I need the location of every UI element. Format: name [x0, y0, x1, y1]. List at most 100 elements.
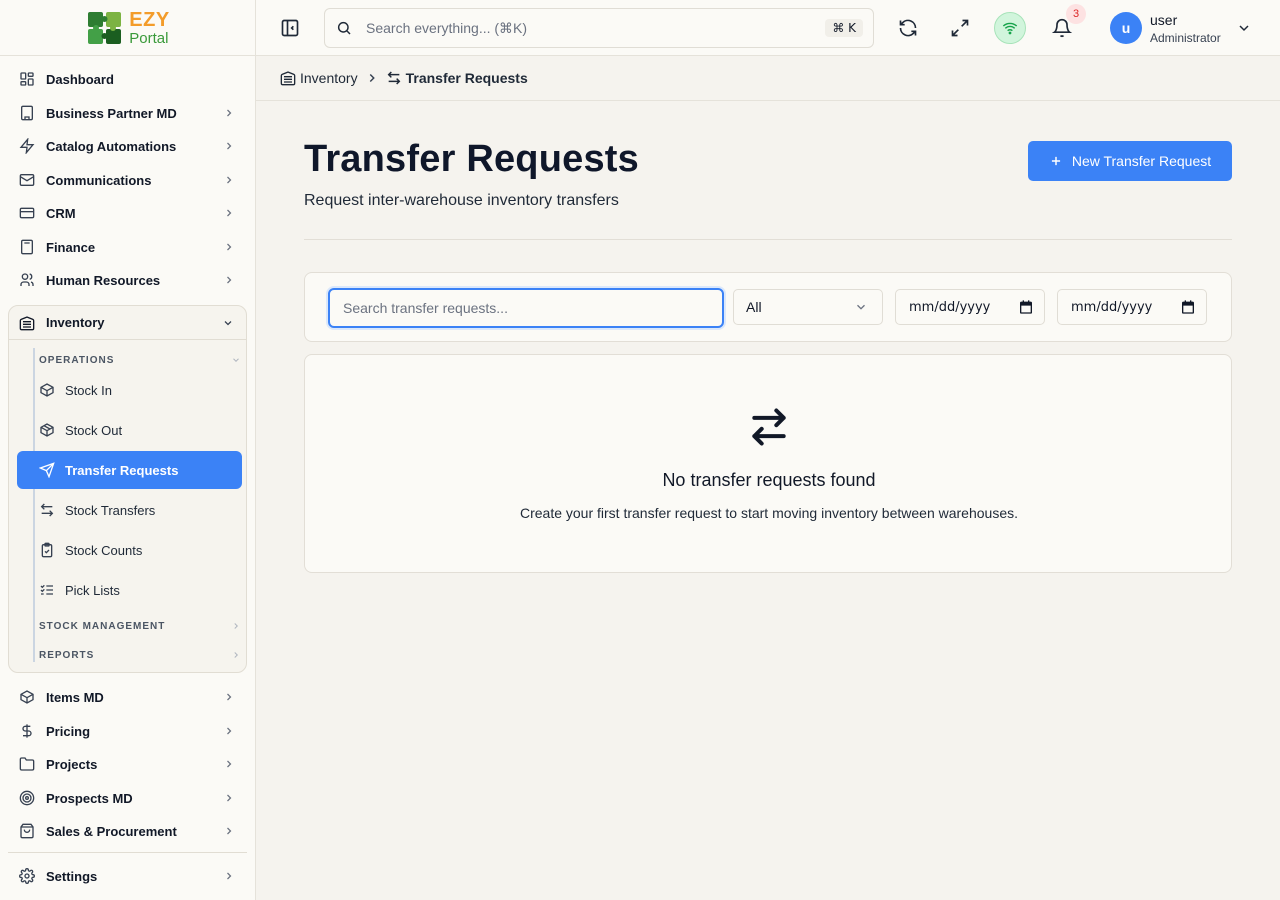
- chevron-right-icon: [369, 73, 375, 83]
- sidebar-item-inventory[interactable]: Inventory: [9, 306, 246, 340]
- sidebar-item-prospects-md[interactable]: Prospects MD: [8, 782, 247, 814]
- sidebar-item-label: Sales & Procurement: [46, 823, 177, 839]
- send-icon: [39, 462, 55, 478]
- header-divider: [304, 239, 1232, 240]
- wifi-icon: [1002, 22, 1018, 35]
- sidebar-item-projects[interactable]: Projects: [8, 748, 247, 780]
- dashboard-icon: [20, 72, 34, 86]
- logo-area: EZY Portal: [0, 0, 255, 56]
- sidebar-subitem-label: Pick Lists: [65, 582, 120, 598]
- chevron-right-icon: [227, 142, 232, 150]
- warehouse-icon: [280, 71, 296, 86]
- sidebar-item-communications[interactable]: Communications: [8, 164, 247, 196]
- sidebar-item-catalog-automations[interactable]: Catalog Automations: [8, 130, 247, 162]
- calendar-icon[interactable]: [1018, 299, 1034, 315]
- toggle-sidebar-button[interactable]: [274, 12, 306, 44]
- sidebar-subitem-label: Stock Counts: [65, 542, 143, 558]
- date-to-value: mm/dd/yyyy: [1071, 299, 1153, 315]
- calendar-icon[interactable]: [1180, 299, 1196, 315]
- sidebar-item-human-resources[interactable]: Human Resources: [8, 264, 247, 296]
- logo-sub-text: Portal: [129, 29, 169, 47]
- filters-card: All mm/dd/yyyy mm/dd/yyyy: [304, 272, 1232, 342]
- sidebar-item-finance[interactable]: Finance: [8, 231, 247, 263]
- sidebar-subitem-stock-in[interactable]: Stock In: [17, 371, 242, 409]
- sidebar-item-dashboard[interactable]: Dashboard: [8, 63, 247, 95]
- chevron-right-icon: [227, 827, 232, 835]
- sidebar-subitem-pick-lists[interactable]: Pick Lists: [17, 571, 242, 609]
- sidebar-item-label: Pricing: [46, 723, 91, 739]
- sidebar-item-business-partner-md[interactable]: Business Partner MD: [8, 97, 247, 129]
- topbar: Search everything... (⌘K) ⌘ K 3 u user A…: [256, 0, 1280, 56]
- lightning-icon: [19, 138, 35, 154]
- sidebar-subitem-stock-out[interactable]: Stock Out: [17, 411, 242, 449]
- user-name[interactable]: user: [1150, 12, 1177, 28]
- sidebar-subitem-transfer-requests[interactable]: Transfer Requests: [17, 451, 242, 489]
- section-label: STOCK MANAGEMENT: [39, 620, 166, 632]
- sidebar-item-label: Prospects MD: [46, 790, 133, 806]
- chevron-right-icon: [227, 727, 232, 735]
- checklist-icon: [40, 584, 53, 595]
- sidebar-subitem-stock-transfers[interactable]: Stock Transfers: [17, 491, 242, 529]
- transfer-search-input[interactable]: [328, 288, 724, 328]
- swap-arrows-icon: [752, 408, 786, 446]
- sidebar-item-label: Catalog Automations: [46, 138, 177, 154]
- avatar[interactable]: u: [1110, 12, 1142, 44]
- chevron-right-icon: [234, 623, 238, 629]
- gear-icon: [19, 868, 35, 884]
- warehouse-icon: [19, 315, 35, 330]
- section-operations[interactable]: OPERATIONS: [39, 350, 241, 370]
- users-icon: [20, 273, 34, 286]
- chevron-right-icon: [234, 652, 238, 658]
- plus-icon: [1051, 156, 1060, 166]
- connection-status-button[interactable]: [994, 12, 1026, 44]
- chevron-down-icon: [224, 320, 232, 325]
- breadcrumb-current: Transfer Requests: [405, 70, 528, 86]
- refresh-button[interactable]: [892, 12, 924, 44]
- sidebar-item-items-md[interactable]: Items MD: [8, 681, 247, 713]
- app-logo[interactable]: EZY Portal: [85, 8, 169, 48]
- date-from-value: mm/dd/yyyy: [909, 299, 991, 315]
- package-in-icon: [40, 383, 54, 397]
- sidebar-subitem-stock-counts[interactable]: Stock Counts: [17, 531, 242, 569]
- chevron-down-icon: [857, 304, 865, 310]
- cart-icon: [20, 823, 34, 839]
- swap-arrows-icon: [387, 71, 400, 85]
- folder-icon: [19, 757, 35, 771]
- global-search[interactable]: Search everything... (⌘K) ⌘ K: [324, 8, 874, 48]
- sidebar-item-label: Communications: [46, 172, 152, 188]
- empty-state-card: No transfer requests found Create your f…: [304, 354, 1232, 573]
- sidebar-item-label: CRM: [46, 205, 76, 221]
- empty-state-description: Create your first transfer request to st…: [519, 505, 1018, 521]
- chevron-right-icon: [227, 176, 232, 184]
- chevron-right-icon: [227, 872, 232, 880]
- empty-state-title: No transfer requests found: [662, 470, 876, 490]
- status-filter-value: All: [746, 299, 762, 315]
- page-subtitle: Request inter-warehouse inventory transf…: [304, 192, 619, 209]
- new-transfer-request-button[interactable]: New Transfer Request: [1028, 141, 1232, 181]
- section-label: OPERATIONS: [39, 354, 115, 366]
- sidebar-divider: [8, 852, 247, 853]
- sidebar-item-settings[interactable]: Settings: [8, 860, 247, 892]
- chevron-right-icon: [227, 760, 232, 768]
- status-filter-select[interactable]: All: [733, 289, 883, 325]
- date-to-field[interactable]: mm/dd/yyyy: [1057, 289, 1207, 325]
- sidebar-item-pricing[interactable]: Pricing: [8, 715, 247, 747]
- expand-icon: [951, 19, 969, 37]
- sidebar-subitem-label: Transfer Requests: [65, 462, 179, 478]
- fullscreen-button[interactable]: [944, 12, 976, 44]
- chevron-down-icon[interactable]: [1236, 20, 1252, 36]
- section-reports[interactable]: REPORTS: [39, 645, 241, 665]
- target-icon: [19, 790, 35, 806]
- sidebar-item-label: Business Partner MD: [46, 105, 177, 121]
- sidebar-item-crm[interactable]: CRM: [8, 197, 247, 229]
- sidebar-item-sales-procurement[interactable]: Sales & Procurement: [8, 815, 247, 847]
- section-stock-management[interactable]: STOCK MANAGEMENT: [39, 616, 241, 636]
- chevron-right-icon: [227, 276, 232, 284]
- swap-arrows-icon: [40, 503, 54, 517]
- search-icon: [337, 21, 351, 35]
- mail-icon: [19, 174, 35, 186]
- sidebar: EZY Portal Dashboard Business Partner MD…: [0, 0, 256, 900]
- date-from-field[interactable]: mm/dd/yyyy: [895, 289, 1045, 325]
- breadcrumb-parent-link[interactable]: Inventory: [300, 70, 358, 86]
- box-icon: [20, 690, 34, 704]
